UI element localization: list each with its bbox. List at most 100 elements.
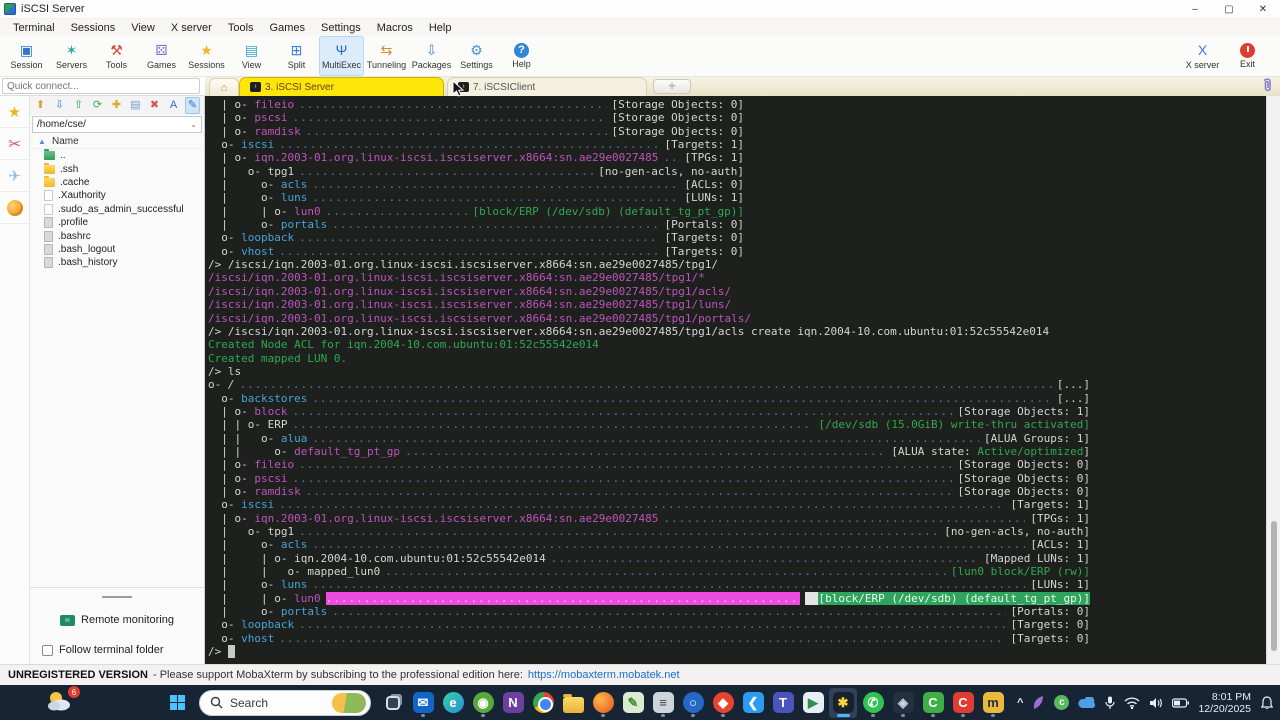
sidebar-tab-sftp[interactable]	[0, 192, 29, 224]
terminal-scrollbar[interactable]	[1266, 96, 1280, 664]
sidebar-tab-tools[interactable]: ✂	[0, 128, 29, 160]
new-file-icon[interactable]: ▤	[128, 98, 143, 113]
toolbar-multiexec-button[interactable]: Ψ MultiExec	[319, 36, 364, 76]
menu-item-macros[interactable]: Macros	[370, 21, 420, 35]
quick-connect-input[interactable]	[2, 78, 200, 94]
attach-paperclip-icon[interactable]	[1261, 77, 1274, 98]
file-row[interactable]: .profile	[30, 216, 204, 229]
mobatek-link[interactable]: https://mobaxterm.mobatek.net	[528, 669, 680, 681]
file-list-header[interactable]: ▲ Name	[30, 134, 204, 149]
toolbar-exit-button[interactable]: Exit	[1225, 36, 1270, 76]
sidebar-tab-sessions[interactable]: ★	[0, 96, 29, 128]
task-view-icon[interactable]	[379, 688, 407, 718]
close-button[interactable]: ✕	[1246, 0, 1280, 18]
windows-logo-icon	[169, 695, 185, 710]
file-row[interactable]: .bash_history	[30, 256, 204, 269]
new-folder-icon[interactable]: ✚	[109, 98, 124, 113]
battery-icon[interactable]	[1172, 697, 1190, 708]
toolbar-tools-button[interactable]: ⚒ Tools	[94, 36, 139, 76]
cube-app-icon[interactable]: ◈	[889, 688, 917, 718]
file-row[interactable]: .bashrc	[30, 229, 204, 242]
menu-item-sessions[interactable]: Sessions	[64, 21, 123, 35]
scrollbar-thumb[interactable]	[1271, 521, 1277, 651]
follow-checkbox[interactable]	[42, 644, 53, 656]
menu-item-settings[interactable]: Settings	[314, 21, 368, 35]
download-icon[interactable]: ⇩	[52, 98, 67, 113]
sidebar-tab-macros[interactable]: ✈	[0, 160, 29, 192]
tab-iscsi-client[interactable]: › 7. iSCSIClient	[447, 77, 647, 96]
maximize-button[interactable]: ▢	[1212, 0, 1246, 18]
menu-item-help[interactable]: Help	[422, 21, 459, 35]
file-icon	[44, 190, 53, 202]
tab-iscsi-server[interactable]: › 3. iSCSI Server	[239, 77, 444, 96]
start-button[interactable]	[163, 689, 191, 717]
home-tab-button[interactable]: ⌂	[209, 78, 239, 96]
feather-app-icon[interactable]	[1032, 695, 1045, 710]
file-row[interactable]: .Xauthority	[30, 189, 204, 202]
copilot-icon[interactable]: c	[1054, 695, 1070, 710]
menu-item-view[interactable]: View	[124, 21, 162, 35]
mobaxterm-yellow-icon[interactable]: m	[979, 688, 1007, 718]
refresh-icon[interactable]: ⟳	[90, 98, 105, 113]
tray-chevron-up-icon[interactable]: ^	[1017, 697, 1023, 709]
chrome-icon[interactable]	[529, 688, 557, 718]
toolbar-help-button[interactable]: ? Help	[499, 36, 544, 76]
font-icon[interactable]: A	[166, 98, 181, 113]
teams-icon[interactable]: T	[769, 688, 797, 718]
firefox-icon[interactable]	[589, 688, 617, 718]
notepadpp-icon[interactable]: ✎	[619, 688, 647, 718]
outlook-icon[interactable]: ✉	[409, 688, 437, 718]
wifi-icon[interactable]	[1124, 696, 1140, 709]
menu-item-tools[interactable]: Tools	[221, 21, 261, 35]
new-tab-button[interactable]: ✛	[653, 79, 691, 94]
file-row[interactable]: ..	[30, 149, 204, 162]
minimize-button[interactable]: –	[1178, 0, 1212, 18]
toolbar-session-button[interactable]: ▣ Session	[4, 36, 49, 76]
menu-item-x-server[interactable]: X server	[164, 21, 219, 35]
file-row[interactable]: .sudo_as_admin_successful	[30, 203, 204, 216]
file-explorer-icon[interactable]	[559, 688, 587, 718]
remote-monitoring-button[interactable]: ≈ Remote monitoring	[30, 610, 204, 630]
toolbar-view-button[interactable]: ▤ View	[229, 36, 274, 76]
blue-circle-app-icon[interactable]: ○	[679, 688, 707, 718]
onenote-icon[interactable]: N	[499, 688, 527, 718]
red-c-app-icon[interactable]: C	[949, 688, 977, 718]
delete-icon[interactable]: ✖	[147, 98, 162, 113]
toolbar-servers-button[interactable]: ✶ Servers	[49, 36, 94, 76]
brave-icon[interactable]: ◆	[709, 688, 737, 718]
toolbar-sessions-button[interactable]: ★ Sessions	[184, 36, 229, 76]
divider[interactable]	[102, 596, 132, 598]
mobaxterm-active-icon[interactable]: ✱	[829, 687, 857, 718]
taskbar-clock[interactable]: 8:01 PM 12/20/2025	[1198, 691, 1251, 715]
vscode-icon[interactable]: ❮	[739, 688, 767, 718]
toolbar-tunneling-button[interactable]: ⇆ Tunneling	[364, 36, 409, 76]
edit-icon[interactable]: ✎	[185, 97, 200, 114]
go-up-folder-icon[interactable]: ⬆	[33, 98, 48, 113]
toolbar-x-server-button[interactable]: XX server	[1180, 36, 1225, 76]
toolbar-settings-button[interactable]: ⚙ Settings	[454, 36, 499, 76]
file-row[interactable]: .cache	[30, 175, 204, 189]
microphone-icon[interactable]	[1105, 696, 1116, 710]
camtasia-icon[interactable]: C	[919, 688, 947, 718]
toolbar-games-button[interactable]: ⚄ Games	[139, 36, 184, 76]
file-row[interactable]: .bash_logout	[30, 243, 204, 256]
volume-icon[interactable]	[1149, 697, 1163, 709]
menu-item-terminal[interactable]: Terminal	[6, 21, 62, 35]
toolbar-split-button[interactable]: ⊞ Split	[274, 36, 319, 76]
notifications-bell-icon[interactable]	[1260, 695, 1274, 710]
weather-widget[interactable]: 6	[46, 686, 80, 715]
lines-doc-icon[interactable]: ≡	[649, 688, 677, 718]
upload-icon[interactable]: ⇧	[71, 98, 86, 113]
follow-terminal-folder[interactable]: Follow terminal folder	[42, 644, 204, 656]
task-scheduler-icon[interactable]: ▶	[799, 688, 827, 718]
whatsapp-icon[interactable]: ✆	[859, 688, 887, 718]
path-dropdown[interactable]: /home/cse/ ⌄	[32, 116, 202, 133]
menu-item-games[interactable]: Games	[263, 21, 312, 35]
taskbar-search[interactable]: Search	[199, 689, 371, 716]
edge-icon[interactable]: e	[439, 688, 467, 718]
file-row[interactable]: .ssh	[30, 162, 204, 175]
toolbar-packages-button[interactable]: ⇩ Packages	[409, 36, 454, 76]
onedrive-icon[interactable]	[1078, 696, 1096, 709]
terminal-output[interactable]: | o- fileio.............................…	[205, 96, 1266, 664]
green-ring-app-icon[interactable]: ◉	[469, 688, 497, 718]
